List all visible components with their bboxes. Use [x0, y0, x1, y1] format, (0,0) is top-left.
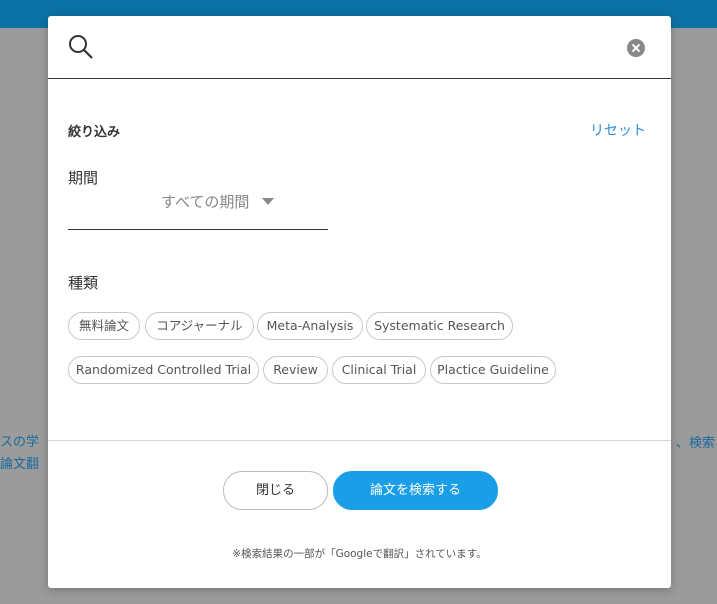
background-text-right: 、検索 — [676, 436, 716, 451]
search-papers-button[interactable]: 論文を検索する — [333, 471, 498, 510]
search-input[interactable] — [108, 32, 612, 64]
close-button[interactable]: 閉じる — [223, 471, 328, 510]
close-circle-icon[interactable] — [627, 39, 645, 57]
chip-plactice-guideline[interactable]: Plactice Guideline — [430, 356, 556, 384]
search-icon — [69, 35, 93, 59]
period-label: 期間 — [68, 169, 99, 187]
period-select[interactable]: すべての期間 — [68, 186, 328, 230]
reset-link[interactable]: リセット — [590, 120, 646, 140]
filter-title: 絞り込み — [68, 125, 121, 140]
translation-note: ※検索結果の一部が「Googleで翻訳」されています。 — [232, 548, 487, 560]
background-text-left: スの学 論文翻 — [0, 435, 40, 472]
chip-randomized-controlled-trial[interactable]: Randomized Controlled Trial — [68, 356, 259, 384]
period-selected-value: すべての期間 — [161, 193, 250, 211]
chip-meta-analysis[interactable]: Meta-Analysis — [257, 312, 363, 340]
chip-free-paper[interactable]: 無料論文 — [68, 312, 140, 340]
chip-core-journal[interactable]: コアジャーナル — [145, 312, 254, 340]
chip-systematic-research[interactable]: Systematic Research — [366, 312, 513, 340]
chip-review[interactable]: Review — [263, 356, 328, 384]
caret-down-icon — [262, 198, 274, 205]
type-label: 種類 — [68, 274, 99, 292]
chip-clinical-trial[interactable]: Clinical Trial — [332, 356, 426, 384]
search-modal: 絞り込み リセット 期間 すべての期間 種類 無料論文 コアジャーナル Meta… — [48, 16, 671, 588]
footer-divider — [48, 440, 671, 441]
search-bar — [48, 16, 671, 79]
